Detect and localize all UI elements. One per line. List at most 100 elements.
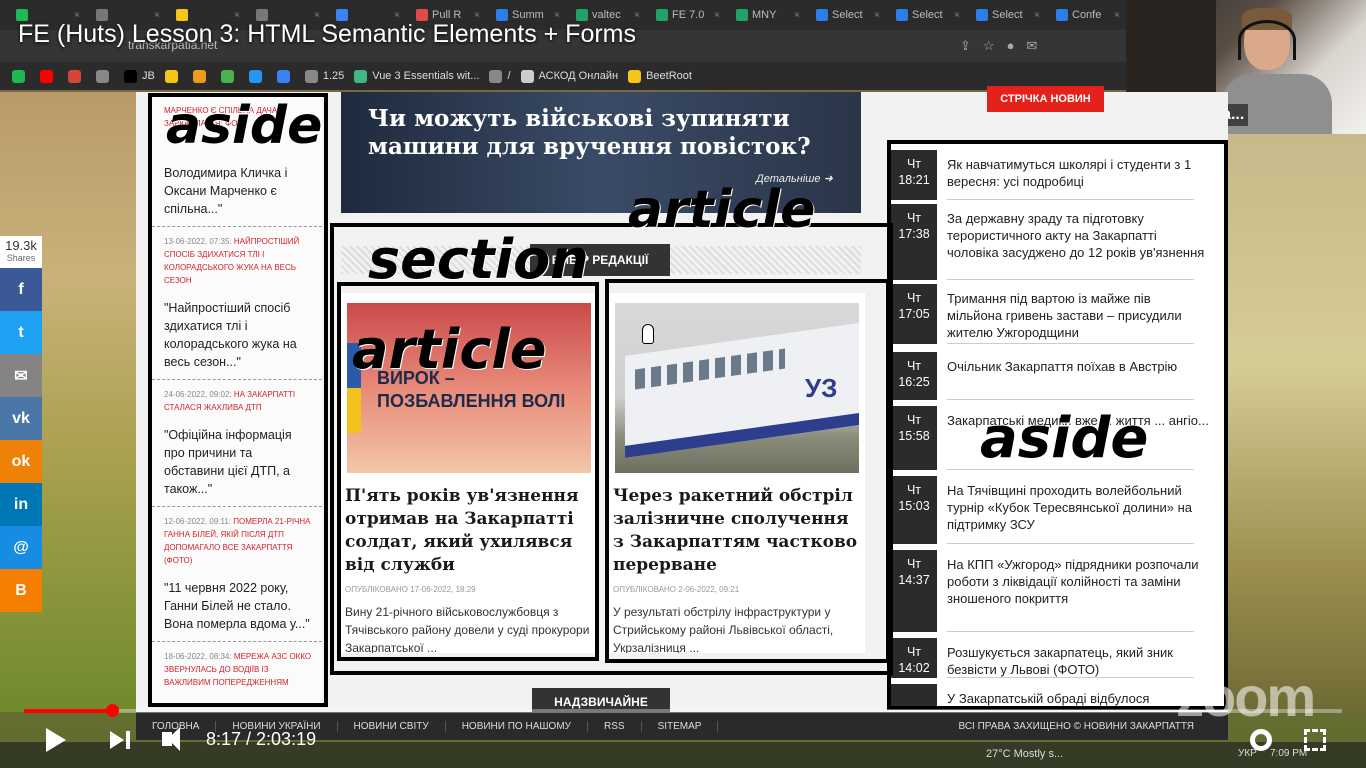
tab-label: FE 7.0 <box>672 9 705 21</box>
bookmark-favicon-icon <box>192 69 206 83</box>
email-share-button[interactable]: ✉ <box>0 354 42 397</box>
bookmark-item[interactable] <box>68 69 86 83</box>
bookmark-item[interactable] <box>248 69 267 83</box>
footer-copyright: ВСІ ПРАВА ЗАХИЩЕНО © НОВИНИ ЗАКАРПАТТЯ <box>958 720 1194 732</box>
video-title[interactable]: FE (Huts) Lesson 3: HTML Semantic Elemen… <box>18 20 636 49</box>
footer-nav-link[interactable]: RSS <box>588 720 642 732</box>
bookmark-item[interactable]: BeetRoot <box>628 69 692 83</box>
bookmark-favicon-icon <box>164 69 178 83</box>
annotation-section: section <box>368 228 589 291</box>
close-tab-icon[interactable]: × <box>794 10 800 21</box>
share-count-value: 19.3k <box>5 238 37 253</box>
browser-tab[interactable]: Select × <box>810 4 886 26</box>
footer-nav-link[interactable]: НОВИНИ СВІТУ <box>338 720 446 732</box>
browser-tab[interactable]: Select × <box>970 4 1046 26</box>
tab-favicon-icon <box>736 9 748 21</box>
annotation-box-aside-left <box>148 93 328 707</box>
bookmarks-bar: JB 1.25 Vue 3 Essentials wit... / АСКОД Онла… <box>0 62 1126 90</box>
bookmark-item[interactable]: АСКОД Онлайн <box>520 69 618 83</box>
browser-tab[interactable]: Confe × <box>1050 4 1126 26</box>
video-progress-fill <box>24 709 113 713</box>
mouse-cursor <box>642 324 654 344</box>
bookmark-favicon-icon <box>520 69 534 83</box>
bookmark-label: JB <box>142 70 155 82</box>
bookmark-favicon-icon <box>628 69 642 83</box>
desktop-wallpaper-right <box>1228 134 1366 712</box>
bookmark-favicon-icon <box>220 69 234 83</box>
share-count: 19.3k Shares <box>0 236 42 268</box>
hero-title[interactable]: Чи можуть військові зупиняти машини для … <box>368 105 848 161</box>
annotation-article-top: article <box>628 180 816 240</box>
blogger-share-button[interactable]: B <box>0 569 42 612</box>
bookmark-item[interactable]: JB <box>124 69 155 83</box>
browser-tab[interactable]: Select × <box>890 4 966 26</box>
address-bar-icons: ⇪ ☆ ● ✉ <box>960 38 1037 54</box>
bookmark-item[interactable] <box>12 69 30 83</box>
close-tab-icon[interactable]: × <box>74 10 80 21</box>
browser-tab[interactable]: FE 7.0 × <box>650 4 726 26</box>
bookmark-favicon-icon <box>124 69 137 83</box>
video-time: 8:17 / 2:03:19 <box>206 729 317 749</box>
vk-share-button[interactable]: vk <box>0 397 42 440</box>
close-tab-icon[interactable]: × <box>954 10 960 21</box>
bookmark-item[interactable]: / <box>489 69 511 83</box>
bookmark-favicon-icon <box>248 69 262 83</box>
footer-nav-link[interactable]: НОВИНИ ПО НАШОМУ <box>446 720 589 732</box>
share-rail: 19.3k Shares f t ✉ vk ok in @ B <box>0 236 42 612</box>
news-feed-button[interactable]: СТРІЧКА НОВИН <box>987 86 1104 112</box>
next-icon[interactable] <box>110 731 124 749</box>
close-tab-icon[interactable]: × <box>634 10 640 21</box>
extension-icon[interactable]: ● <box>1007 38 1015 54</box>
bookmark-item[interactable] <box>220 69 239 83</box>
play-icon[interactable] <box>46 728 66 752</box>
taskbar-clock[interactable]: 7:09 PM <box>1270 748 1307 759</box>
annotation-aside-right: aside <box>980 406 1149 471</box>
share-page-icon[interactable]: ⇪ <box>960 38 971 54</box>
taskbar-weather[interactable]: 27°C Mostly s... <box>986 748 1063 760</box>
annotation-aside-left: aside <box>166 96 323 156</box>
close-tab-icon[interactable]: × <box>474 10 480 21</box>
tab-favicon-icon <box>896 9 908 21</box>
taskbar-language[interactable]: УКР <box>1238 748 1257 759</box>
facebook-share-button[interactable]: f <box>0 268 42 311</box>
bookmark-favicon-icon <box>40 69 53 83</box>
mail-icon[interactable]: ✉ <box>1026 38 1037 54</box>
close-tab-icon[interactable]: × <box>1114 10 1120 21</box>
bookmark-item[interactable] <box>192 69 211 83</box>
bookmark-item[interactable]: Vue 3 Essentials wit... <box>354 69 479 83</box>
volume-cone-icon[interactable] <box>168 727 180 751</box>
twitter-share-button[interactable]: t <box>0 311 42 354</box>
bookmark-label: 1.25 <box>322 70 345 82</box>
bookmark-item[interactable] <box>276 69 295 83</box>
bookmark-favicon-icon <box>12 69 25 83</box>
close-tab-icon[interactable]: × <box>1034 10 1040 21</box>
annotation-article-left: article <box>352 318 547 381</box>
bookmark-favicon-icon <box>68 69 81 83</box>
star-icon[interactable]: ☆ <box>983 38 995 54</box>
windows-taskbar <box>0 742 1366 768</box>
headset-icon <box>1238 20 1296 60</box>
close-tab-icon[interactable]: × <box>554 10 560 21</box>
bookmark-label: / <box>507 70 511 82</box>
bookmark-item[interactable] <box>164 69 183 83</box>
bookmark-item[interactable] <box>40 69 58 83</box>
settings-gear-icon[interactable] <box>1250 729 1272 751</box>
mail-share-button[interactable]: @ <box>0 526 42 569</box>
close-tab-icon[interactable]: × <box>714 10 720 21</box>
footer-nav-link[interactable]: SITEMAP <box>642 720 719 732</box>
close-tab-icon[interactable]: × <box>314 10 320 21</box>
odnoklassniki-share-button[interactable]: ok <box>0 440 42 483</box>
close-tab-icon[interactable]: × <box>154 10 160 21</box>
bookmark-item[interactable] <box>96 69 114 83</box>
bookmark-item[interactable]: 1.25 <box>304 69 345 83</box>
linkedin-share-button[interactable]: in <box>0 483 42 526</box>
browser-tab[interactable]: MNY × <box>730 4 806 26</box>
close-tab-icon[interactable]: × <box>874 10 880 21</box>
bookmark-favicon-icon <box>489 69 503 83</box>
next-bar-icon[interactable] <box>126 731 130 749</box>
close-tab-icon[interactable]: × <box>234 10 240 21</box>
fullscreen-icon[interactable] <box>1304 729 1326 751</box>
video-scrubber-handle[interactable] <box>106 704 120 717</box>
close-tab-icon[interactable]: × <box>394 10 400 21</box>
video-progress-bar[interactable] <box>24 704 1342 717</box>
